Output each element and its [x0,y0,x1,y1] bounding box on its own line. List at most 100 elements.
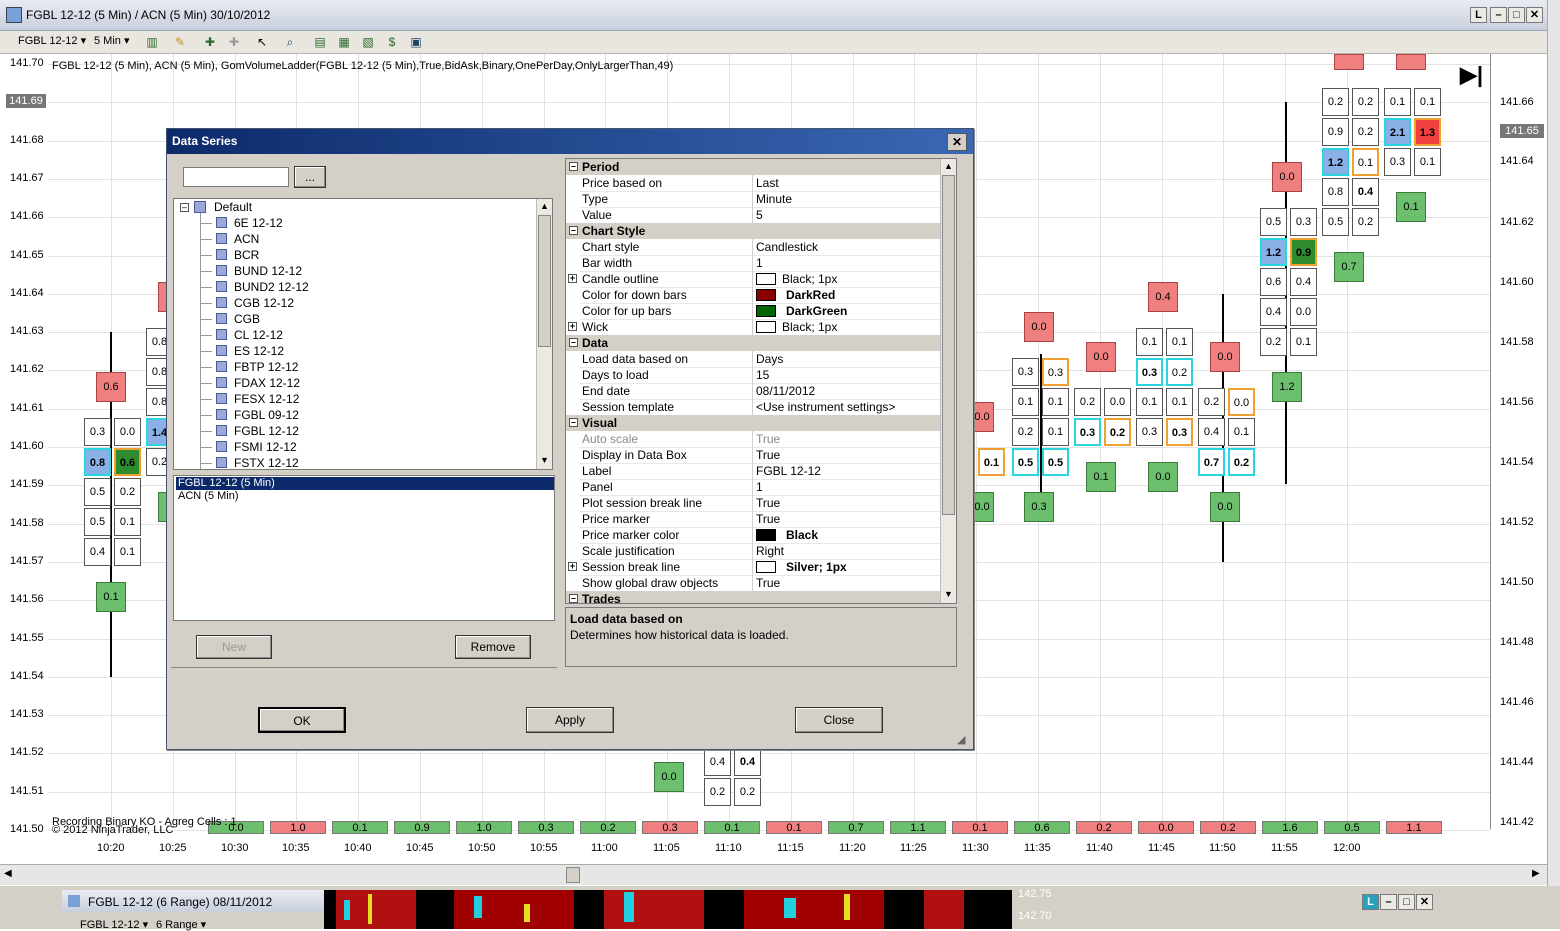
prop-scroll-up-icon[interactable]: ▲ [944,161,953,171]
add-indicator-icon[interactable]: ✚ [202,34,218,50]
tree-instrument-item[interactable]: BCR [200,247,259,263]
tree-instrument-item[interactable]: FDAX 12-12 [200,375,300,391]
instrument-selector[interactable]: FGBL 12-12 ▾ [18,34,86,47]
collapse-icon[interactable]: – [569,162,578,171]
property-row[interactable]: Bar width 1 [580,255,954,272]
expand-icon[interactable]: + [568,274,577,283]
tree-root-label[interactable]: Default [214,200,252,214]
property-row[interactable]: Color for down bars DarkRed [580,287,954,304]
cursor-icon[interactable]: ↖ [254,34,270,50]
sub-close-button[interactable]: ✕ [1416,894,1433,910]
property-row[interactable]: + Session break line Silver; 1px [568,559,954,576]
prop-scroll-down-icon[interactable]: ▼ [944,589,953,599]
sub-link-button[interactable]: L [1362,894,1379,910]
sub-interval-selector[interactable]: 6 Range ▾ [156,918,206,931]
property-row[interactable]: Type Minute [580,191,954,208]
tree-instrument-item[interactable]: ES 12-12 [200,343,284,359]
tree-instrument-item[interactable]: FSTX 12-12 [200,455,299,469]
bar-type-icon[interactable]: ▥ [144,34,160,50]
tree-instrument-item[interactable]: FGBL 12-12 [200,423,299,439]
property-row[interactable]: Color for up bars DarkGreen [580,303,954,320]
property-row[interactable]: Price marker color Black [580,527,954,544]
property-row[interactable]: Auto scale True [580,431,954,448]
sub-maximize-button[interactable]: □ [1398,894,1415,910]
properties-icon[interactable]: ▣ [408,34,424,50]
sub-minimize-button[interactable]: – [1380,894,1397,910]
scroll-right-icon[interactable]: ▶ [1532,868,1540,879]
prop-vscrollbar[interactable]: ▲ ▼ [940,159,956,603]
expand-icon[interactable]: + [568,322,577,331]
sub-instrument-selector[interactable]: FGBL 12-12 ▾ [80,918,148,931]
pencil-icon[interactable]: ✎ [172,34,188,50]
tree-instrument-item[interactable]: FBTP 12-12 [200,359,298,375]
property-row[interactable]: + Candle outline Black; 1px [568,271,954,288]
horizontal-scrollbar[interactable]: ◀ ▶ [0,864,1547,885]
property-row[interactable]: Days to load 15 [580,367,954,384]
tree-instrument-item[interactable]: CGB [200,311,260,327]
expand-icon[interactable]: + [568,562,577,571]
category-chart-style[interactable]: – Chart Style [566,223,954,239]
series-list[interactable]: FGBL 12-12 (5 Min) ACN (5 Min) [173,475,555,621]
category-period[interactable]: – Period [566,159,954,175]
tree-instrument-item[interactable]: CL 12-12 [200,327,283,343]
ok-button[interactable]: OK [258,707,346,733]
series-item[interactable]: FGBL 12-12 (5 Min) [176,477,554,490]
instrument-tree[interactable]: – Default 6E 12-12 ACN BCR BUND 12-12 BUND2 … [173,198,553,470]
tree-scroll-down-icon[interactable]: ▼ [540,455,549,465]
property-row[interactable]: Value 5 [580,207,954,224]
scroll-thumb[interactable] [566,867,580,883]
strategies-icon[interactable]: ▧ [360,34,376,50]
tree-scroll-up-icon[interactable]: ▲ [540,201,549,211]
remove-indicator-icon[interactable]: ✚ [226,34,242,50]
tree-collapse-icon[interactable]: – [180,203,189,212]
property-row[interactable]: Chart style Candlestick [580,239,954,256]
collapse-icon[interactable]: – [569,594,578,603]
property-row[interactable]: Scale justification Right [580,543,954,560]
maximize-button[interactable]: □ [1508,7,1525,23]
collapse-icon[interactable]: – [569,418,578,427]
close-window-button[interactable]: ✕ [1526,7,1543,23]
property-row[interactable]: Plot session break line True [580,495,954,512]
tree-scroll-thumb[interactable] [538,215,551,347]
prop-scroll-thumb[interactable] [942,175,955,515]
property-row[interactable]: Session template <Use instrument settings… [580,399,954,416]
data-series-icon[interactable]: ▤ [312,34,328,50]
apply-button[interactable]: Apply [526,707,614,733]
resize-grip-icon[interactable]: ◢ [957,733,965,746]
property-row[interactable]: Price marker True [580,511,954,528]
tree-instrument-item[interactable]: FGBL 09-12 [200,407,299,423]
category-trades[interactable]: – Trades [566,591,954,603]
collapse-icon[interactable]: – [569,226,578,235]
property-row[interactable]: Display in Data Box True [580,447,954,464]
property-grid[interactable]: – Period Price based on Last Type Minute Value… [565,158,957,604]
property-row[interactable]: Show global draw objects True [580,575,954,592]
close-button[interactable]: Close [795,707,883,733]
series-item[interactable]: ACN (5 Min) [176,490,239,503]
scroll-left-icon[interactable]: ◀ [4,868,12,879]
minimize-button[interactable]: – [1490,7,1507,23]
jump-to-end-icon[interactable]: ▶| [1460,62,1483,88]
tree-instrument-item[interactable]: FSMI 12-12 [200,439,297,455]
link-button[interactable]: L [1470,7,1487,23]
property-row[interactable]: + Wick Black; 1px [568,319,954,336]
property-row[interactable]: Label FGBL 12-12 [580,463,954,480]
tree-instrument-item[interactable]: 6E 12-12 [200,215,283,231]
tree-instrument-item[interactable]: BUND2 12-12 [200,279,309,295]
category-visual[interactable]: – Visual [566,415,954,431]
indicators-icon[interactable]: ▦ [336,34,352,50]
zoom-icon[interactable]: ⌕ [282,34,298,50]
dialog-close-button[interactable]: ✕ [947,133,967,151]
interval-selector[interactable]: 5 Min ▾ [94,34,129,47]
collapse-icon[interactable]: – [569,338,578,347]
tree-vscrollbar[interactable]: ▲ ▼ [536,199,552,469]
property-row[interactable]: Load data based on Days [580,351,954,368]
tree-instrument-item[interactable]: CGB 12-12 [200,295,294,311]
category-data[interactable]: – Data [566,335,954,351]
browse-button[interactable]: ... [294,166,326,188]
dollar-icon[interactable]: $ [384,34,400,50]
tree-instrument-item[interactable]: FESX 12-12 [200,391,299,407]
tree-instrument-item[interactable]: BUND 12-12 [200,263,302,279]
property-row[interactable]: End date 08/11/2012 [580,383,954,400]
tree-instrument-item[interactable]: ACN [200,231,259,247]
property-row[interactable]: Price based on Last [580,175,954,192]
